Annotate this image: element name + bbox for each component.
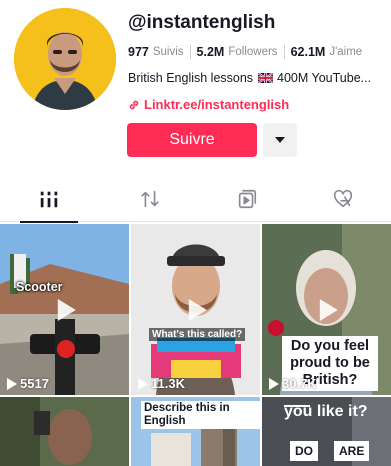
bio-link-text[interactable]: Linktr.ee/instantenglish xyxy=(144,97,289,112)
outdoor-thumbnail-image xyxy=(0,397,129,466)
video-thumbnail[interactable]: Do you feel proud to be British? 30.7K xyxy=(262,224,391,395)
follow-button[interactable]: Suivre xyxy=(127,123,257,157)
caret-down-icon xyxy=(275,137,285,143)
play-count-icon xyxy=(7,377,17,390)
bio-link[interactable]: Linktr.ee/instantenglish xyxy=(128,97,289,112)
bio-text-continued: 400M YouTube... xyxy=(273,71,372,85)
play-icon xyxy=(319,298,338,321)
stat-divider xyxy=(283,45,285,59)
play-icon xyxy=(188,298,207,321)
video-thumbnail[interactable] xyxy=(0,397,129,466)
followers-label[interactable]: Followers xyxy=(228,46,277,58)
view-count: 5517 xyxy=(7,376,49,391)
liked-hidden-icon xyxy=(333,189,352,208)
tab-videos[interactable] xyxy=(0,176,97,223)
video-grid: Scooter 5517 What's this called? 11.3K D… xyxy=(0,224,391,466)
video-thumbnail[interactable]: Scooter 5517 xyxy=(0,224,129,395)
video-caption-overlay: Describe this in English xyxy=(141,401,260,429)
profile-header: @instantenglish 977 Suivis 5.2M Follower… xyxy=(0,0,391,170)
tab-reposts[interactable] xyxy=(101,176,198,222)
likes-count: 62.1M xyxy=(290,45,326,59)
uk-flag-icon xyxy=(257,73,273,83)
username: @instantenglish xyxy=(128,12,276,33)
profile-tabs xyxy=(0,176,391,223)
stat-divider xyxy=(189,45,191,59)
view-count-value: 11.3K xyxy=(151,376,185,391)
following-label[interactable]: Suivis xyxy=(153,46,184,58)
followers-count[interactable]: 5.2M xyxy=(197,45,225,59)
profile-stats: 977 Suivis 5.2M Followers 62.1M J'aime xyxy=(128,45,362,59)
following-count[interactable]: 977 xyxy=(128,45,149,59)
view-count: 30.7K xyxy=(269,376,317,391)
link-icon xyxy=(129,100,139,109)
playlist-icon xyxy=(238,189,256,209)
video-caption-overlay: Scooter xyxy=(16,280,63,294)
play-count-icon xyxy=(269,377,279,390)
video-caption-overlay: you like it? xyxy=(284,403,368,420)
more-options-button[interactable] xyxy=(263,123,297,157)
bio-text: British English lessons xyxy=(128,71,254,85)
view-count-value: 30.7K xyxy=(282,376,317,391)
bio: British English lessons 400M YouTube... xyxy=(128,71,371,85)
play-count-icon xyxy=(138,377,148,390)
answer-option: DO xyxy=(290,441,318,461)
likes-label: J'aime xyxy=(329,46,363,58)
video-thumbnail[interactable]: Describe this in English xyxy=(131,397,260,466)
view-count-value: 5517 xyxy=(20,376,49,391)
video-thumbnail[interactable]: you like it? DO ARE xyxy=(262,397,391,466)
video-thumbnail[interactable]: What's this called? 11.3K xyxy=(131,224,260,395)
tab-liked[interactable] xyxy=(294,176,391,222)
tab-playlists[interactable] xyxy=(198,176,295,222)
repost-icon xyxy=(140,190,159,208)
avatar[interactable] xyxy=(14,8,116,110)
videos-grid-icon xyxy=(40,191,57,208)
play-icon xyxy=(57,298,76,321)
active-tab-indicator xyxy=(20,221,78,223)
view-count: 11.3K xyxy=(138,376,185,391)
answer-option: ARE xyxy=(334,441,370,461)
video-caption-overlay: What's this called? xyxy=(149,328,246,341)
